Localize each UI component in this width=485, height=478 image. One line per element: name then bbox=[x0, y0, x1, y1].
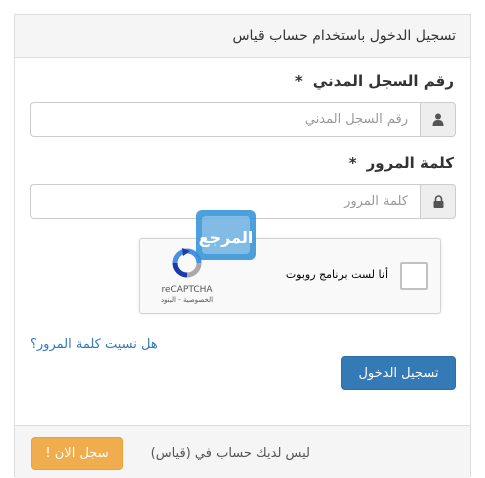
register-button[interactable]: سجل الان ! bbox=[31, 437, 123, 470]
recaptcha-brand: reCAPTCHA bbox=[161, 285, 213, 295]
login-button[interactable]: تسجيل الدخول bbox=[341, 356, 456, 390]
login-panel: تسجيل الدخول باستخدام حساب قياس رقم السج… bbox=[14, 14, 471, 478]
recaptcha-label: أنا لست برنامج روبوت bbox=[285, 268, 388, 281]
user-icon bbox=[420, 102, 456, 137]
page-title: تسجيل الدخول باستخدام حساب قياس bbox=[232, 28, 456, 44]
password-label-text: كلمة المرور bbox=[366, 154, 454, 172]
password-label: كلمة المرور * bbox=[349, 154, 454, 172]
no-account-text: ليس لديك حساب في (قياس) bbox=[150, 446, 310, 461]
civil-id-label: رقم السجل المدني * bbox=[295, 72, 454, 90]
recaptcha-links: الخصوصية - البنود bbox=[160, 296, 214, 304]
civil-id-input[interactable] bbox=[30, 102, 420, 137]
recaptcha-checkbox[interactable] bbox=[400, 262, 428, 290]
forgot-password-link[interactable]: هل نسيت كلمة المرور؟ bbox=[30, 337, 158, 352]
required-mark: * bbox=[294, 72, 303, 90]
civil-id-label-text: رقم السجل المدني bbox=[312, 72, 454, 90]
required-mark: * bbox=[348, 154, 357, 172]
watermark-logo-icon: المرجع bbox=[196, 210, 256, 264]
watermark-text: المرجع bbox=[199, 228, 254, 247]
panel-heading: تسجيل الدخول باستخدام حساب قياس bbox=[15, 15, 470, 58]
civil-id-group bbox=[30, 102, 456, 137]
recaptcha-widget: أنا لست برنامج روبوت reCAPTCHA الخصوصية … bbox=[139, 238, 441, 314]
panel-footer: ليس لديك حساب في (قياس) سجل الان ! bbox=[15, 425, 470, 478]
lock-icon bbox=[420, 184, 456, 219]
